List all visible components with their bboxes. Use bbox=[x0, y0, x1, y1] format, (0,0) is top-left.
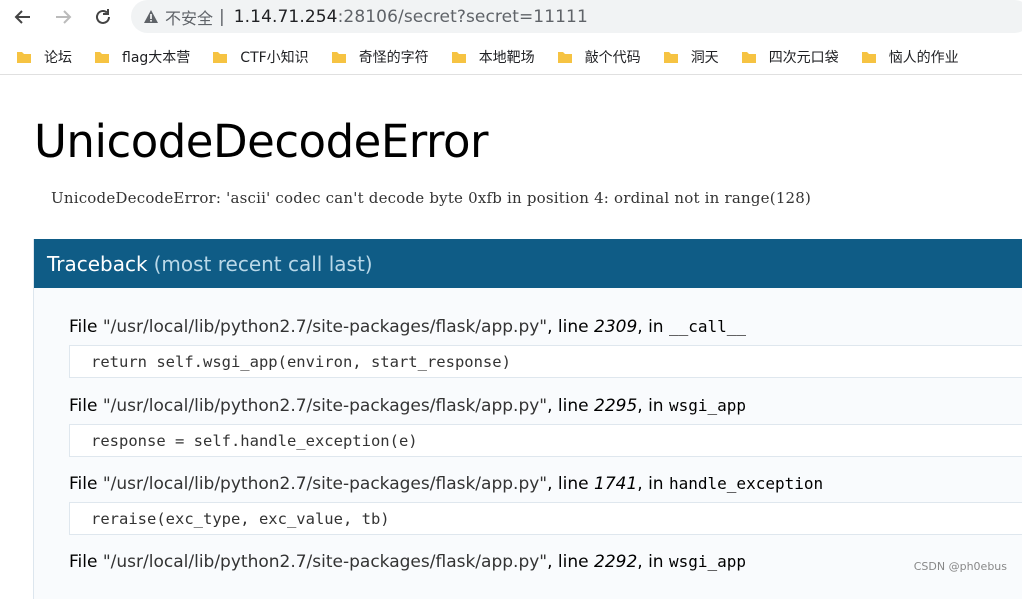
frame-prefix: File bbox=[69, 552, 103, 572]
frame-location: File "/usr/local/lib/python2.7/site-pack… bbox=[69, 317, 1022, 341]
frame-code-box[interactable]: response = self.handle_exception(e) bbox=[69, 424, 1022, 457]
frame-code-box[interactable]: return self.wsgi_app(environ, start_resp… bbox=[69, 345, 1022, 378]
frame-filename: "/usr/local/lib/python2.7/site-packages/… bbox=[102, 317, 548, 337]
folder-icon bbox=[331, 52, 346, 63]
bookmark-item[interactable]: 敲个代码 bbox=[549, 43, 649, 71]
frame-location: File "/usr/local/lib/python2.7/site-pack… bbox=[69, 552, 1022, 576]
back-button[interactable] bbox=[10, 4, 36, 30]
security-label[interactable]: 不安全 bbox=[165, 5, 213, 29]
url-host: 1.14.71.254 bbox=[233, 6, 338, 27]
error-title: UnicodeDecodeError bbox=[34, 115, 489, 168]
frame-function: wsgi_app bbox=[669, 396, 747, 415]
frame-function: handle_exception bbox=[669, 474, 824, 493]
reload-button[interactable] bbox=[90, 4, 116, 30]
arrow-right-icon bbox=[56, 10, 72, 24]
frame-code: response = self.handle_exception(e) bbox=[91, 431, 418, 450]
folder-icon bbox=[451, 52, 466, 63]
traceback-subtitle: (most recent call last) bbox=[153, 251, 373, 276]
folder-icon bbox=[861, 52, 876, 63]
bookmark-label: 本地靶场 bbox=[478, 50, 535, 66]
frame-in: , in bbox=[637, 396, 669, 416]
frame-location: File "/usr/local/lib/python2.7/site-pack… bbox=[69, 396, 1022, 420]
bookmark-item[interactable]: flag大本营 bbox=[86, 43, 198, 71]
traceback-frame[interactable]: File "/usr/local/lib/python2.7/site-pack… bbox=[69, 552, 1022, 576]
bookmarks-bar: 论坛 flag大本营 CTF小知识 奇怪的字符 本地靶场 敲个代码 洞天 四次元… bbox=[0, 40, 1022, 75]
separator: | bbox=[219, 6, 225, 27]
frame-mid: , line bbox=[547, 552, 595, 572]
bookmark-item[interactable]: 洞天 bbox=[655, 43, 727, 71]
frame-prefix: File bbox=[69, 474, 103, 494]
frame-in: , in bbox=[637, 552, 669, 572]
traceback-title: Traceback bbox=[47, 251, 148, 276]
error-message: UnicodeDecodeError: 'ascii' codec can't … bbox=[51, 189, 812, 207]
traceback-frame[interactable]: File "/usr/local/lib/python2.7/site-pack… bbox=[69, 396, 1022, 457]
forward-button[interactable] bbox=[50, 4, 76, 30]
bookmark-label: 奇怪的字符 bbox=[358, 50, 429, 66]
frame-in: , in bbox=[637, 474, 669, 494]
bookmark-item[interactable]: 本地靶场 bbox=[443, 43, 543, 71]
traceback-frame[interactable]: File "/usr/local/lib/python2.7/site-pack… bbox=[69, 317, 1022, 378]
reload-icon bbox=[96, 9, 110, 24]
frame-prefix: File bbox=[69, 317, 103, 337]
frame-code: reraise(exc_type, exc_value, tb) bbox=[91, 509, 390, 528]
frame-location: File "/usr/local/lib/python2.7/site-pack… bbox=[69, 474, 1022, 498]
frame-prefix: File bbox=[69, 396, 103, 416]
folder-icon bbox=[741, 52, 756, 63]
traceback-header[interactable]: Traceback (most recent call last) bbox=[34, 239, 1022, 288]
page-content: UnicodeDecodeError UnicodeDecodeError: '… bbox=[0, 75, 1022, 599]
folder-icon bbox=[213, 52, 228, 63]
frame-line-number: 1741 bbox=[594, 474, 638, 494]
traceback-panel: Traceback (most recent call last) File "… bbox=[33, 239, 1022, 599]
folder-icon bbox=[95, 52, 109, 63]
bookmark-item[interactable]: 论坛 bbox=[8, 43, 80, 71]
bookmark-label: CTF小知识 bbox=[240, 50, 309, 66]
arrow-left-icon bbox=[14, 10, 30, 24]
frame-line-number: 2295 bbox=[594, 396, 638, 416]
bookmark-label: 四次元口袋 bbox=[768, 50, 839, 66]
traceback-frame[interactable]: File "/usr/local/lib/python2.7/site-pack… bbox=[69, 474, 1022, 535]
bookmark-label: flag大本营 bbox=[122, 50, 191, 66]
frame-function: __call__ bbox=[669, 317, 747, 336]
frame-in: , in bbox=[637, 317, 669, 337]
browser-toolbar: 不安全 | 1.14.71.254:28106/secret?secret=11… bbox=[0, 0, 1022, 36]
frame-line-number: 2292 bbox=[594, 552, 638, 572]
frame-code: return self.wsgi_app(environ, start_resp… bbox=[91, 352, 511, 371]
bookmark-item[interactable]: 恼人的作业 bbox=[853, 43, 967, 71]
address-bar[interactable]: 不安全 | 1.14.71.254:28106/secret?secret=11… bbox=[131, 0, 1022, 33]
bookmark-item[interactable]: 四次元口袋 bbox=[733, 43, 847, 71]
frame-filename: "/usr/local/lib/python2.7/site-packages/… bbox=[102, 552, 548, 572]
warning-icon[interactable] bbox=[143, 9, 165, 24]
bookmark-label: 洞天 bbox=[690, 50, 719, 66]
folder-icon bbox=[663, 52, 678, 63]
frame-mid: , line bbox=[547, 474, 595, 494]
folder-icon bbox=[557, 52, 572, 63]
folder-icon bbox=[17, 52, 31, 63]
frame-mid: , line bbox=[547, 396, 595, 416]
frame-filename: "/usr/local/lib/python2.7/site-packages/… bbox=[102, 474, 548, 494]
url-path: :28106/secret?secret=11111 bbox=[337, 6, 588, 27]
frame-code-box[interactable]: reraise(exc_type, exc_value, tb) bbox=[69, 502, 1022, 535]
bookmark-label: 恼人的作业 bbox=[888, 50, 959, 66]
frame-mid: , line bbox=[547, 317, 595, 337]
frame-line-number: 2309 bbox=[594, 317, 638, 337]
watermark: CSDN @ph0ebus bbox=[913, 560, 1007, 573]
bookmark-item[interactable]: 奇怪的字符 bbox=[323, 43, 437, 71]
bookmark-label: 敲个代码 bbox=[584, 50, 641, 66]
bookmark-label: 论坛 bbox=[44, 50, 72, 66]
bookmark-item[interactable]: CTF小知识 bbox=[204, 43, 316, 71]
frame-function: wsgi_app bbox=[669, 552, 747, 571]
frame-filename: "/usr/local/lib/python2.7/site-packages/… bbox=[102, 396, 548, 416]
url-text[interactable]: 1.14.71.254:28106/secret?secret=11111 bbox=[234, 7, 588, 27]
